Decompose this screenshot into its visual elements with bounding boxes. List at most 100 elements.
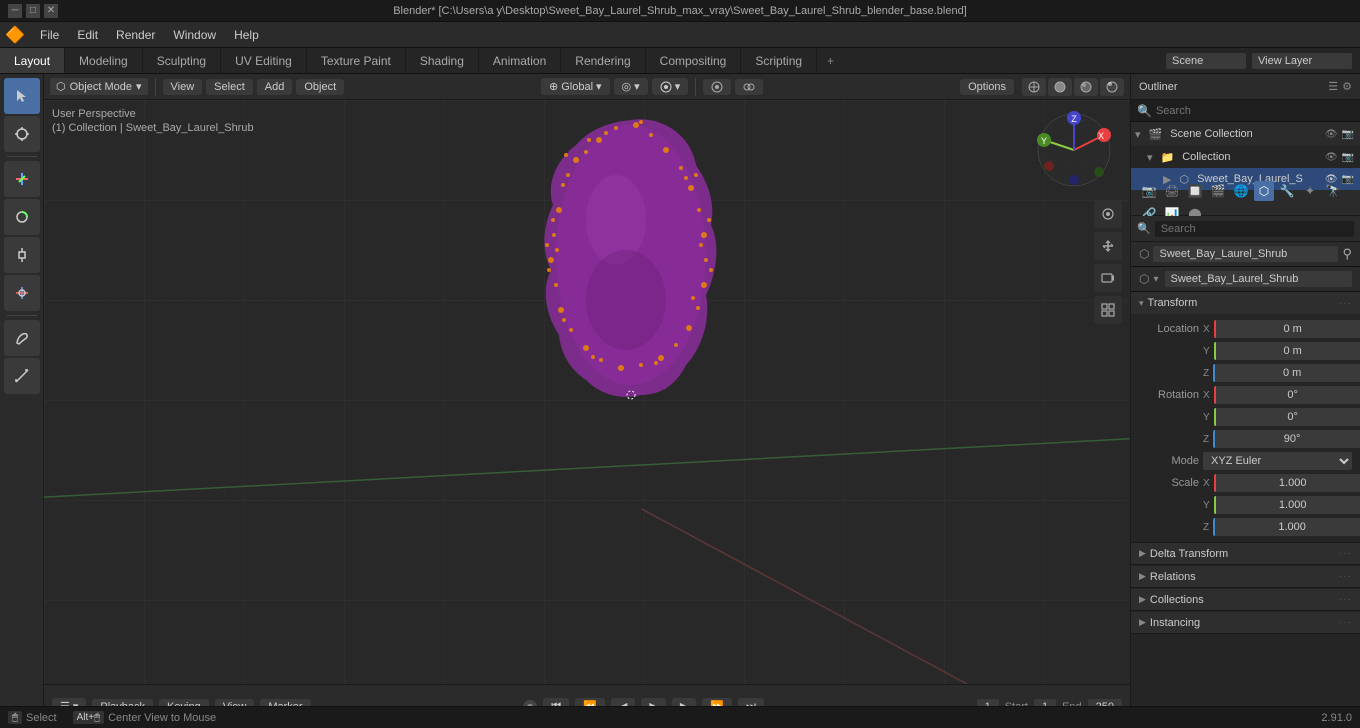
location-z-row: Z 🔒: [1131, 362, 1360, 384]
tab-uv-editing[interactable]: UV Editing: [221, 48, 307, 73]
outliner-filter-button[interactable]: ☰: [1328, 80, 1338, 93]
outliner-sort-button[interactable]: ⚙: [1342, 80, 1352, 93]
world-props-button[interactable]: 🌐: [1231, 181, 1251, 201]
loc-z-label: Z: [1203, 368, 1209, 379]
pivot-button[interactable]: ◎ ▾: [614, 78, 648, 95]
location-z-field[interactable]: [1213, 364, 1360, 382]
select-menu-button[interactable]: Select: [206, 79, 253, 95]
scale-y-row: Y 🔒: [1131, 494, 1360, 516]
relations-section[interactable]: ▶ Relations ···: [1131, 566, 1360, 588]
mesh-name-input[interactable]: [1165, 271, 1352, 287]
blender-logo-icon[interactable]: 🔶: [4, 24, 26, 46]
rot-mode-label: Mode: [1139, 455, 1199, 467]
tab-texture-paint[interactable]: Texture Paint: [307, 48, 406, 73]
menu-render[interactable]: Render: [108, 26, 163, 44]
camera-view-button[interactable]: [1094, 264, 1122, 292]
particles-props-button[interactable]: ✦: [1300, 181, 1320, 201]
collections-section[interactable]: ▶ Collections ···: [1131, 589, 1360, 611]
scale-x-field[interactable]: [1214, 474, 1360, 492]
title-bar: ─ □ ✕ Blender* [C:\Users\a y\Desktop\Swe…: [0, 0, 1360, 22]
object-name-input[interactable]: [1153, 246, 1338, 262]
rotation-y-field[interactable]: [1214, 408, 1360, 426]
scene-props-button[interactable]: 🎬: [1208, 181, 1228, 201]
mode-dropdown-button[interactable]: ⬡ Object Mode ▾: [50, 78, 148, 95]
tab-sculpting[interactable]: Sculpting: [143, 48, 221, 73]
rotation-mode-select[interactable]: XYZ Euler: [1203, 452, 1352, 470]
scale-tool-button[interactable]: [4, 237, 40, 273]
minimize-button[interactable]: ─: [8, 4, 22, 18]
rotation-x-field[interactable]: [1214, 386, 1360, 404]
maximize-button[interactable]: □: [26, 4, 40, 18]
collection-visibility-button[interactable]: [1094, 296, 1122, 324]
rotate-tool-button[interactable]: [4, 199, 40, 235]
props-search-icon: 🔍: [1137, 222, 1151, 235]
output-props-button[interactable]: 🖨: [1162, 181, 1182, 201]
material-preview-button[interactable]: [1074, 78, 1098, 96]
location-y-field[interactable]: [1214, 342, 1360, 360]
solid-shading-button[interactable]: [1048, 78, 1072, 96]
navigation-gizmo[interactable]: X Y Z: [1034, 110, 1114, 190]
overlay-button[interactable]: [735, 79, 763, 95]
object-mesh-icon: ⬡: [1139, 247, 1149, 261]
pan-view-button[interactable]: [1094, 232, 1122, 260]
object-name-row: ⬡ ⚲: [1131, 242, 1360, 267]
pin-star-icon[interactable]: ⚲: [1342, 246, 1352, 262]
scale-z-field[interactable]: [1213, 518, 1360, 536]
rotation-mode-row: Mode XYZ Euler: [1131, 450, 1360, 472]
snap-button[interactable]: ▾: [652, 78, 689, 95]
measure-tool-button[interactable]: [4, 358, 40, 394]
transform-space-button[interactable]: ⊕ Global ▾: [541, 78, 610, 95]
tab-animation[interactable]: Animation: [479, 48, 561, 73]
view-layer-props-button[interactable]: 🔲: [1185, 181, 1205, 201]
tab-modeling[interactable]: Modeling: [65, 48, 143, 73]
add-menu-button[interactable]: Add: [257, 79, 293, 95]
scale-y-field[interactable]: [1214, 496, 1360, 514]
proportional-edit-button[interactable]: [703, 79, 731, 95]
object-props-button[interactable]: ⬡: [1254, 181, 1274, 201]
transform-section-header[interactable]: ▾ Transform ···: [1131, 292, 1360, 314]
outliner-search-input[interactable]: [1156, 105, 1354, 117]
collection-render-icon[interactable]: 📷: [1342, 152, 1354, 163]
close-button[interactable]: ✕: [44, 4, 58, 18]
add-workspace-button[interactable]: +: [817, 48, 844, 73]
select-tool-button[interactable]: [4, 78, 40, 114]
collection-visibility-icon[interactable]: 👁: [1325, 152, 1338, 163]
rotation-z-field[interactable]: [1213, 430, 1360, 448]
options-button[interactable]: Options: [960, 79, 1014, 95]
scene-visibility-icon[interactable]: 👁: [1325, 129, 1338, 140]
viewport-main[interactable]: User Perspective (1) Collection | Sweet_…: [44, 100, 1130, 684]
select-status-item: 🖱 Select: [8, 711, 57, 724]
object-menu-button[interactable]: Object: [296, 79, 344, 95]
tab-rendering[interactable]: Rendering: [561, 48, 645, 73]
menu-window[interactable]: Window: [165, 26, 224, 44]
zoom-to-fit-button[interactable]: [1094, 200, 1122, 228]
menu-help[interactable]: Help: [226, 26, 267, 44]
tab-compositing[interactable]: Compositing: [646, 48, 742, 73]
modifier-props-button[interactable]: 🔧: [1277, 181, 1297, 201]
menu-bar: 🔶 File Edit Render Window Help: [0, 22, 1360, 48]
cursor-tool-button[interactable]: [4, 116, 40, 152]
properties-search-input[interactable]: [1155, 221, 1354, 237]
tab-scripting[interactable]: Scripting: [741, 48, 817, 73]
render-props-button[interactable]: 📷: [1139, 181, 1159, 201]
wireframe-shading-button[interactable]: [1022, 78, 1046, 96]
scene-render-icon[interactable]: 📷: [1342, 129, 1354, 140]
view-menu-button[interactable]: View: [163, 79, 203, 95]
physics-props-button[interactable]: 🔭: [1323, 181, 1343, 201]
collection-item[interactable]: ▾ 📁 Collection 👁 📷: [1131, 146, 1360, 168]
menu-edit[interactable]: Edit: [69, 26, 106, 44]
scene-selector[interactable]: [1166, 53, 1246, 69]
delta-transform-section[interactable]: ▶ Delta Transform ···: [1131, 543, 1360, 565]
outliner-title: Outliner: [1139, 81, 1178, 93]
move-tool-button[interactable]: [4, 161, 40, 197]
rendered-shading-button[interactable]: [1100, 78, 1124, 96]
location-x-field[interactable]: [1214, 320, 1360, 338]
annotate-tool-button[interactable]: [4, 320, 40, 356]
tab-shading[interactable]: Shading: [406, 48, 479, 73]
menu-file[interactable]: File: [32, 26, 67, 44]
scene-collection-item[interactable]: ▾ 🎬 Scene Collection 👁 📷: [1131, 122, 1360, 146]
instancing-section[interactable]: ▶ Instancing ···: [1131, 612, 1360, 634]
transform-tool-button[interactable]: [4, 275, 40, 311]
view-layer-selector[interactable]: [1252, 53, 1352, 69]
tab-layout[interactable]: Layout: [0, 48, 65, 73]
